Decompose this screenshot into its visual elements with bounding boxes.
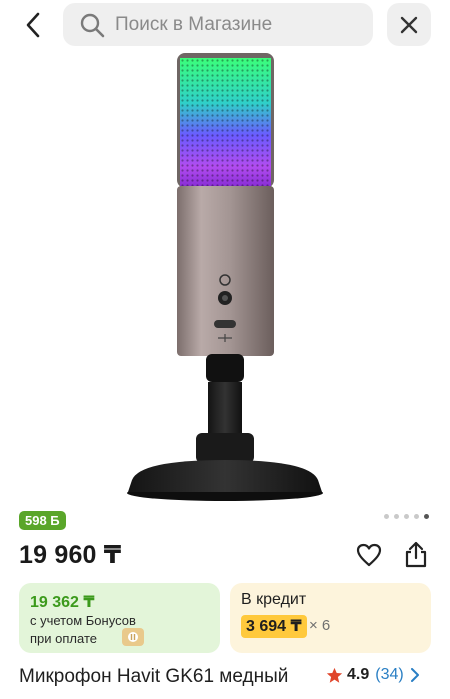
bonus-caption-line2: при оплате — [30, 631, 97, 646]
back-button[interactable] — [18, 10, 48, 40]
rating-link[interactable]: 4.9 (34) — [326, 666, 420, 684]
heart-icon — [356, 543, 382, 567]
product-image[interactable] — [110, 48, 340, 504]
close-button[interactable] — [387, 3, 431, 46]
gallery-dot[interactable] — [384, 514, 389, 519]
close-icon — [400, 16, 418, 33]
credit-months: × 6 — [309, 617, 331, 634]
search-input[interactable] — [115, 13, 355, 36]
payment-method-icon — [122, 628, 144, 646]
credit-title: В кредит — [241, 591, 307, 608]
search-icon — [80, 13, 105, 37]
bonus-points-badge: 598 Б — [19, 511, 66, 530]
product-price: 19 960 ₸ — [19, 541, 122, 569]
gallery-pagination — [384, 514, 429, 519]
chevron-right-icon — [410, 668, 419, 682]
search-bar[interactable] — [63, 3, 373, 46]
bonus-price-card[interactable]: 19 362 ₸ с учетом Бонусов при оплате — [19, 583, 220, 653]
gallery-dot[interactable] — [424, 514, 429, 519]
gallery-dot[interactable] — [394, 514, 399, 519]
star-icon — [326, 667, 343, 683]
credit-card[interactable]: В кредит 3 694 ₸ × 6 — [230, 583, 431, 653]
favorite-button[interactable] — [354, 540, 384, 570]
chevron-left-icon — [26, 12, 40, 38]
top-bar — [0, 0, 450, 50]
credit-monthly-amount: 3 694 ₸ — [241, 615, 307, 638]
bonus-caption-line1: с учетом Бонусов — [30, 613, 136, 628]
rating-value: 4.9 — [347, 666, 370, 683]
share-icon — [405, 541, 427, 568]
gallery-dot[interactable] — [404, 514, 409, 519]
gallery-dot[interactable] — [414, 514, 419, 519]
bonus-price: 19 362 ₸ — [30, 594, 95, 611]
share-button[interactable] — [401, 538, 431, 570]
product-title: Микрофон Havit GK61 медный — [19, 666, 289, 687]
reviews-count: (34) — [375, 666, 404, 683]
